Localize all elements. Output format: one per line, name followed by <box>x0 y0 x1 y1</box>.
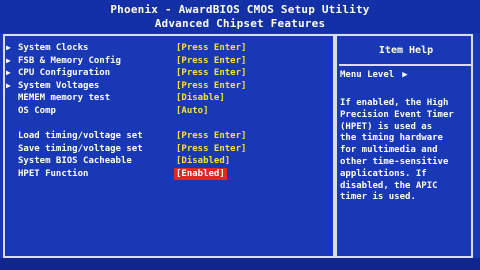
submenu-arrow-icon: ▶ <box>6 80 11 90</box>
submenu-arrow-icon: ▶ <box>6 43 11 52</box>
setting-value[interactable]: [Press Enter] <box>176 80 246 93</box>
setting-row-cpu-configuration[interactable]: ▶ CPU Configuration [Press Enter] <box>4 67 326 80</box>
setting-label: FSB & Memory Config <box>18 55 121 66</box>
setting-value[interactable]: [Press Enter] <box>176 55 246 68</box>
item-help-text: If enabled, the High Precision Event Tim… <box>340 98 454 203</box>
setting-row-hpet-function[interactable]: HPET Function [Enabled] <box>4 167 326 180</box>
bios-screen: Phoenix - AwardBIOS CMOS Setup Utility A… <box>0 0 480 270</box>
menu-level-label: Menu Level <box>340 70 395 80</box>
page-title: Advanced Chipset Features <box>154 17 326 30</box>
setting-label: System BIOS Cacheable <box>18 156 132 166</box>
bottom-band <box>0 258 480 270</box>
setting-row-save-timing[interactable]: Save timing/voltage set [Press Enter] <box>4 143 326 156</box>
submenu-arrow-icon: ▶ <box>6 55 11 65</box>
menu-level: Menu Level ▶ <box>340 70 408 80</box>
setting-value[interactable]: [Auto] <box>176 105 209 118</box>
setting-row-memory-test[interactable]: MEMEM memory test [Disable] <box>4 92 326 105</box>
setting-row-load-timing[interactable]: Load timing/voltage set [Press Enter] <box>4 130 326 143</box>
setting-label: HPET Function <box>18 168 89 179</box>
setting-value[interactable]: [Press Enter] <box>176 67 246 80</box>
setting-row-os-comp[interactable]: OS Comp [Auto] <box>4 105 326 118</box>
settings-list: ▶ System Clocks [Press Enter] ▶ FSB & Me… <box>4 42 326 180</box>
setting-value[interactable]: [Press Enter] <box>176 143 246 156</box>
setting-label: Load timing/voltage set <box>18 131 143 141</box>
setting-value[interactable]: [Press Enter] <box>176 130 246 143</box>
setting-value-selected[interactable]: [Enabled] <box>174 167 227 180</box>
setting-row-system-voltages[interactable]: ▶ System Voltages [Press Enter] <box>4 80 326 93</box>
setting-value[interactable]: [Disabled] <box>176 155 230 168</box>
utility-title: Phoenix - AwardBIOS CMOS Setup Utility <box>110 3 370 16</box>
setting-label: System Voltages <box>18 80 100 91</box>
setting-label: Save timing/voltage set <box>18 143 143 154</box>
item-help-heading: Item Help <box>339 36 473 66</box>
setting-value[interactable]: [Disable] <box>176 92 225 105</box>
setting-label: MEMEM memory test <box>18 93 111 103</box>
setting-row-fsb-memory-config[interactable]: ▶ FSB & Memory Config [Press Enter] <box>4 55 326 68</box>
setting-label: CPU Configuration <box>18 68 111 78</box>
setting-value[interactable]: [Press Enter] <box>176 42 246 55</box>
submenu-arrow-icon: ▶ <box>6 68 11 77</box>
setting-row-bios-cacheable[interactable]: System BIOS Cacheable [Disabled] <box>4 155 326 168</box>
divider <box>333 36 337 256</box>
menu-level-arrow-icon: ▶ <box>402 70 408 80</box>
setting-label: OS Comp <box>18 105 56 116</box>
setting-row-system-clocks[interactable]: ▶ System Clocks [Press Enter] <box>4 42 326 55</box>
setting-label: System Clocks <box>18 43 89 53</box>
title-bar: Phoenix - AwardBIOS CMOS Setup Utility A… <box>0 0 480 33</box>
